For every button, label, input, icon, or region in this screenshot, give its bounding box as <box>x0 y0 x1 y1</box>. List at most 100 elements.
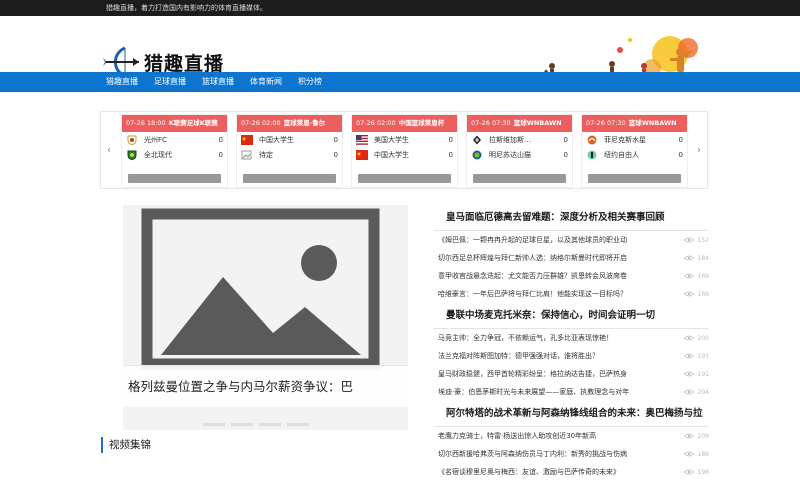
view-count: 169 <box>669 273 709 280</box>
team-logo-icon <box>587 150 597 159</box>
club-crest-icon <box>127 135 137 145</box>
slider-pagination <box>203 423 309 426</box>
match-time: 07-26 07:30 <box>586 119 626 127</box>
news-item-title[interactable]: 《姆巴佩：一颗冉冉升起的足球巨星，以及其他球员的职业动 <box>438 235 669 245</box>
eye-icon <box>683 389 694 395</box>
team-logo-icon <box>473 135 481 144</box>
match-card[interactable]: 07-26 18:00 K联赛足球K联赛 光州FC 0 全北现代 0 <box>121 114 228 188</box>
news-item[interactable]: 老鹰力克骑士，特雷·杨送出惊人助攻创近30年新高 209 <box>434 427 709 445</box>
match-footer-bar <box>128 174 221 183</box>
team-name: 中国大学生 <box>374 150 409 159</box>
slider-caption[interactable]: 格列兹曼位置之争与内马尔薪资争议：巴 <box>123 365 408 407</box>
news-item-title[interactable]: 切尔西新援哈弗茨与阿森纳伤员马丁内利：新秀的挑战与伤病 <box>438 449 669 459</box>
match-time: 07-26 02:00 <box>356 119 396 127</box>
news-item-title[interactable]: 意甲收官战悬念迭起：尤文能否力压群雄？凯恩转会风波席卷 <box>438 271 669 281</box>
top-info-text: 猎趣直播，着力打造国内有影响力的体育直播媒体。 <box>106 4 267 12</box>
team-name: 纽约自由人 <box>604 150 639 159</box>
team-score: 0 <box>218 150 223 159</box>
news-item-title[interactable]: 马竞主帅：全力争冠，不依赖运气，孔多比亚表现惊艳！ <box>438 333 669 343</box>
news-block: 曼联中场麦克托米奈：保持信心，时间会证明一切 马竞主帅：全力争冠，不依赖运气，孔… <box>434 303 709 401</box>
club-crest-icon <box>127 150 137 160</box>
team-name: 菲尼克斯水星 <box>604 135 646 144</box>
china-flag-icon <box>241 134 253 145</box>
news-item-title[interactable]: 老鹰力克骑士，特雷·杨送出惊人助攻创近30年新高 <box>438 431 669 441</box>
view-count: 191 <box>669 371 709 378</box>
news-item-title[interactable]: 哈维豪言：一年后巴萨将与拜仁比肩！他能实现这一目标吗？ <box>438 289 669 299</box>
news-item[interactable]: 切尔西足总杯辉煌与拜仁新帅人选：纳格尔斯曼时代即将开启 184 <box>434 249 709 267</box>
team-score: 0 <box>448 135 453 144</box>
news-item[interactable]: 《姆巴佩：一颗冉冉升起的足球巨星，以及其他球员的职业动 152 <box>434 231 709 249</box>
news-headline[interactable]: 曼联中场麦克托米奈：保持信心，时间会证明一切 <box>434 303 709 329</box>
nav-item-sports-news[interactable]: 体育新闻 <box>250 72 282 92</box>
news-headline[interactable]: 阿尔特塔的战术革新与阿森纳锋线组合的未来：奥巴梅扬与拉 <box>434 401 709 427</box>
team-score: 0 <box>333 150 338 159</box>
eye-icon <box>683 291 694 297</box>
view-count-value: 209 <box>697 432 709 440</box>
eye-icon <box>683 255 694 261</box>
news-item-title[interactable]: 皇马财政稳健，西甲首轮精彩纷呈：格拉纳达告捷，巴萨热身 <box>438 369 669 379</box>
match-card[interactable]: 07-26 07:30 篮球WNBAWN 拉斯维加斯… 0 明尼苏达山猫 0 <box>466 114 573 188</box>
view-count-value: 191 <box>697 370 709 378</box>
news-item-title[interactable]: 切尔西足总杯辉煌与拜仁新帅人选：纳格尔斯曼时代即将开启 <box>438 253 669 263</box>
news-item[interactable]: 《名宿谈穆里尼奥与梅西：友谊、激励与巴萨传奇的未来》 198 <box>434 463 709 481</box>
usa-flag-icon <box>356 134 368 145</box>
team-name: 光州FC <box>144 135 167 144</box>
match-card[interactable]: 07-26 02:00 篮球莱恩·鲁尔 中国大学生 0 待定 0 <box>236 114 343 188</box>
china-flag-icon <box>356 149 368 160</box>
match-footer-bar <box>358 174 451 183</box>
news-item[interactable]: 马竞主帅：全力争冠，不依赖运气，孔多比亚表现惊艳！ 200 <box>434 329 709 347</box>
view-count-value: 169 <box>697 272 709 280</box>
match-league: K联赛足球K联赛 <box>168 119 218 127</box>
team-name: 中国大学生 <box>259 135 294 144</box>
nav-item-standings[interactable]: 积分榜 <box>298 72 322 92</box>
news-list: 皇马面临厄德高去留难题：深度分析及相关赛事回顾 《姆巴佩：一颗冉冉升起的足球巨星… <box>434 205 709 481</box>
match-league: 篮球WNBAWN <box>628 119 677 127</box>
view-count: 166 <box>669 291 709 298</box>
match-header: 07-26 02:00 中国篮球莱恩杯 <box>352 115 457 132</box>
match-card[interactable]: 07-26 07:30 篮球WNBAWN 菲尼克斯水星 0 纽约自由人 0 <box>581 114 688 188</box>
home-team-row: 拉斯维加斯… 0 <box>467 132 572 147</box>
home-team-row: 光州FC 0 <box>122 132 227 147</box>
team-score: 0 <box>448 150 453 159</box>
match-header: 07-26 18:00 K联赛足球K联赛 <box>122 115 227 132</box>
news-item[interactable]: 法兰克福对阵斯图加特：德甲强强对话，谁将胜出？ 193 <box>434 347 709 365</box>
away-team-row: 待定 0 <box>237 147 342 162</box>
featured-slider[interactable]: 格列兹曼位置之争与内马尔薪资争议：巴 <box>123 205 408 430</box>
news-block: 皇马面临厄德高去留难题：深度分析及相关赛事回顾 《姆巴佩：一颗冉冉升起的足球巨星… <box>434 205 709 303</box>
news-item-title[interactable]: 埃迪·豪：伯恩茅斯时光与未来展望——家庭、执教理念与对年 <box>438 387 669 397</box>
eye-icon <box>683 433 694 439</box>
eye-icon <box>683 371 694 377</box>
news-item[interactable]: 埃迪·豪：伯恩茅斯时光与未来展望——家庭、执教理念与对年 204 <box>434 383 709 401</box>
view-count: 209 <box>669 433 709 440</box>
carousel-prev-icon[interactable]: ‹ <box>104 144 114 158</box>
match-time: 07-26 18:00 <box>126 119 166 127</box>
view-count-value: 152 <box>697 236 709 244</box>
news-item-title[interactable]: 法兰克福对阵斯图加特：德甲强强对话，谁将胜出？ <box>438 351 669 361</box>
eye-icon <box>683 273 694 279</box>
eye-icon <box>683 451 694 457</box>
news-item[interactable]: 哈维豪言：一年后巴萨将与拜仁比肩！他能实现这一目标吗？ 166 <box>434 285 709 303</box>
news-item[interactable]: 切尔西新援哈弗茨与阿森纳伤员马丁内利：新秀的挑战与伤病 188 <box>434 445 709 463</box>
nav-item-basketball[interactable]: 篮球直播 <box>202 72 234 92</box>
team-name: 待定 <box>259 150 273 159</box>
nav-item-football[interactable]: 足球直播 <box>154 72 186 92</box>
view-count: 198 <box>669 469 709 476</box>
away-team-row: 中国大学生 0 <box>352 147 457 162</box>
view-count: 193 <box>669 353 709 360</box>
home-team-row: 菲尼克斯水星 0 <box>582 132 687 147</box>
team-score: 0 <box>563 135 568 144</box>
view-count-value: 188 <box>697 450 709 458</box>
match-header: 07-26 02:00 篮球莱恩·鲁尔 <box>237 115 342 132</box>
match-card[interactable]: 07-26 02:00 中国篮球莱恩杯 美国大学生 0 中国大学生 0 <box>351 114 458 188</box>
carousel-next-icon[interactable]: › <box>694 144 704 158</box>
eye-icon <box>683 353 694 359</box>
home-team-row: 中国大学生 0 <box>237 132 342 147</box>
news-headline[interactable]: 皇马面临厄德高去留难题：深度分析及相关赛事回顾 <box>434 205 709 231</box>
nav-item-home[interactable]: 猎趣直播 <box>106 72 138 92</box>
news-item-title[interactable]: 《名宿谈穆里尼奥与梅西：友谊、激励与巴萨传奇的未来》 <box>438 467 669 477</box>
news-item[interactable]: 意甲收官战悬念迭起：尤文能否力压群雄？凯恩转会风波席卷 169 <box>434 267 709 285</box>
team-name: 拉斯维加斯… <box>489 135 531 144</box>
team-logo-icon <box>472 150 482 159</box>
news-item[interactable]: 皇马财政稳健，西甲首轮精彩纷呈：格拉纳达告捷，巴萨热身 191 <box>434 365 709 383</box>
match-carousel: ‹ › 07-26 18:00 K联赛足球K联赛 光州FC 0 全北现代 0 07… <box>100 111 708 189</box>
